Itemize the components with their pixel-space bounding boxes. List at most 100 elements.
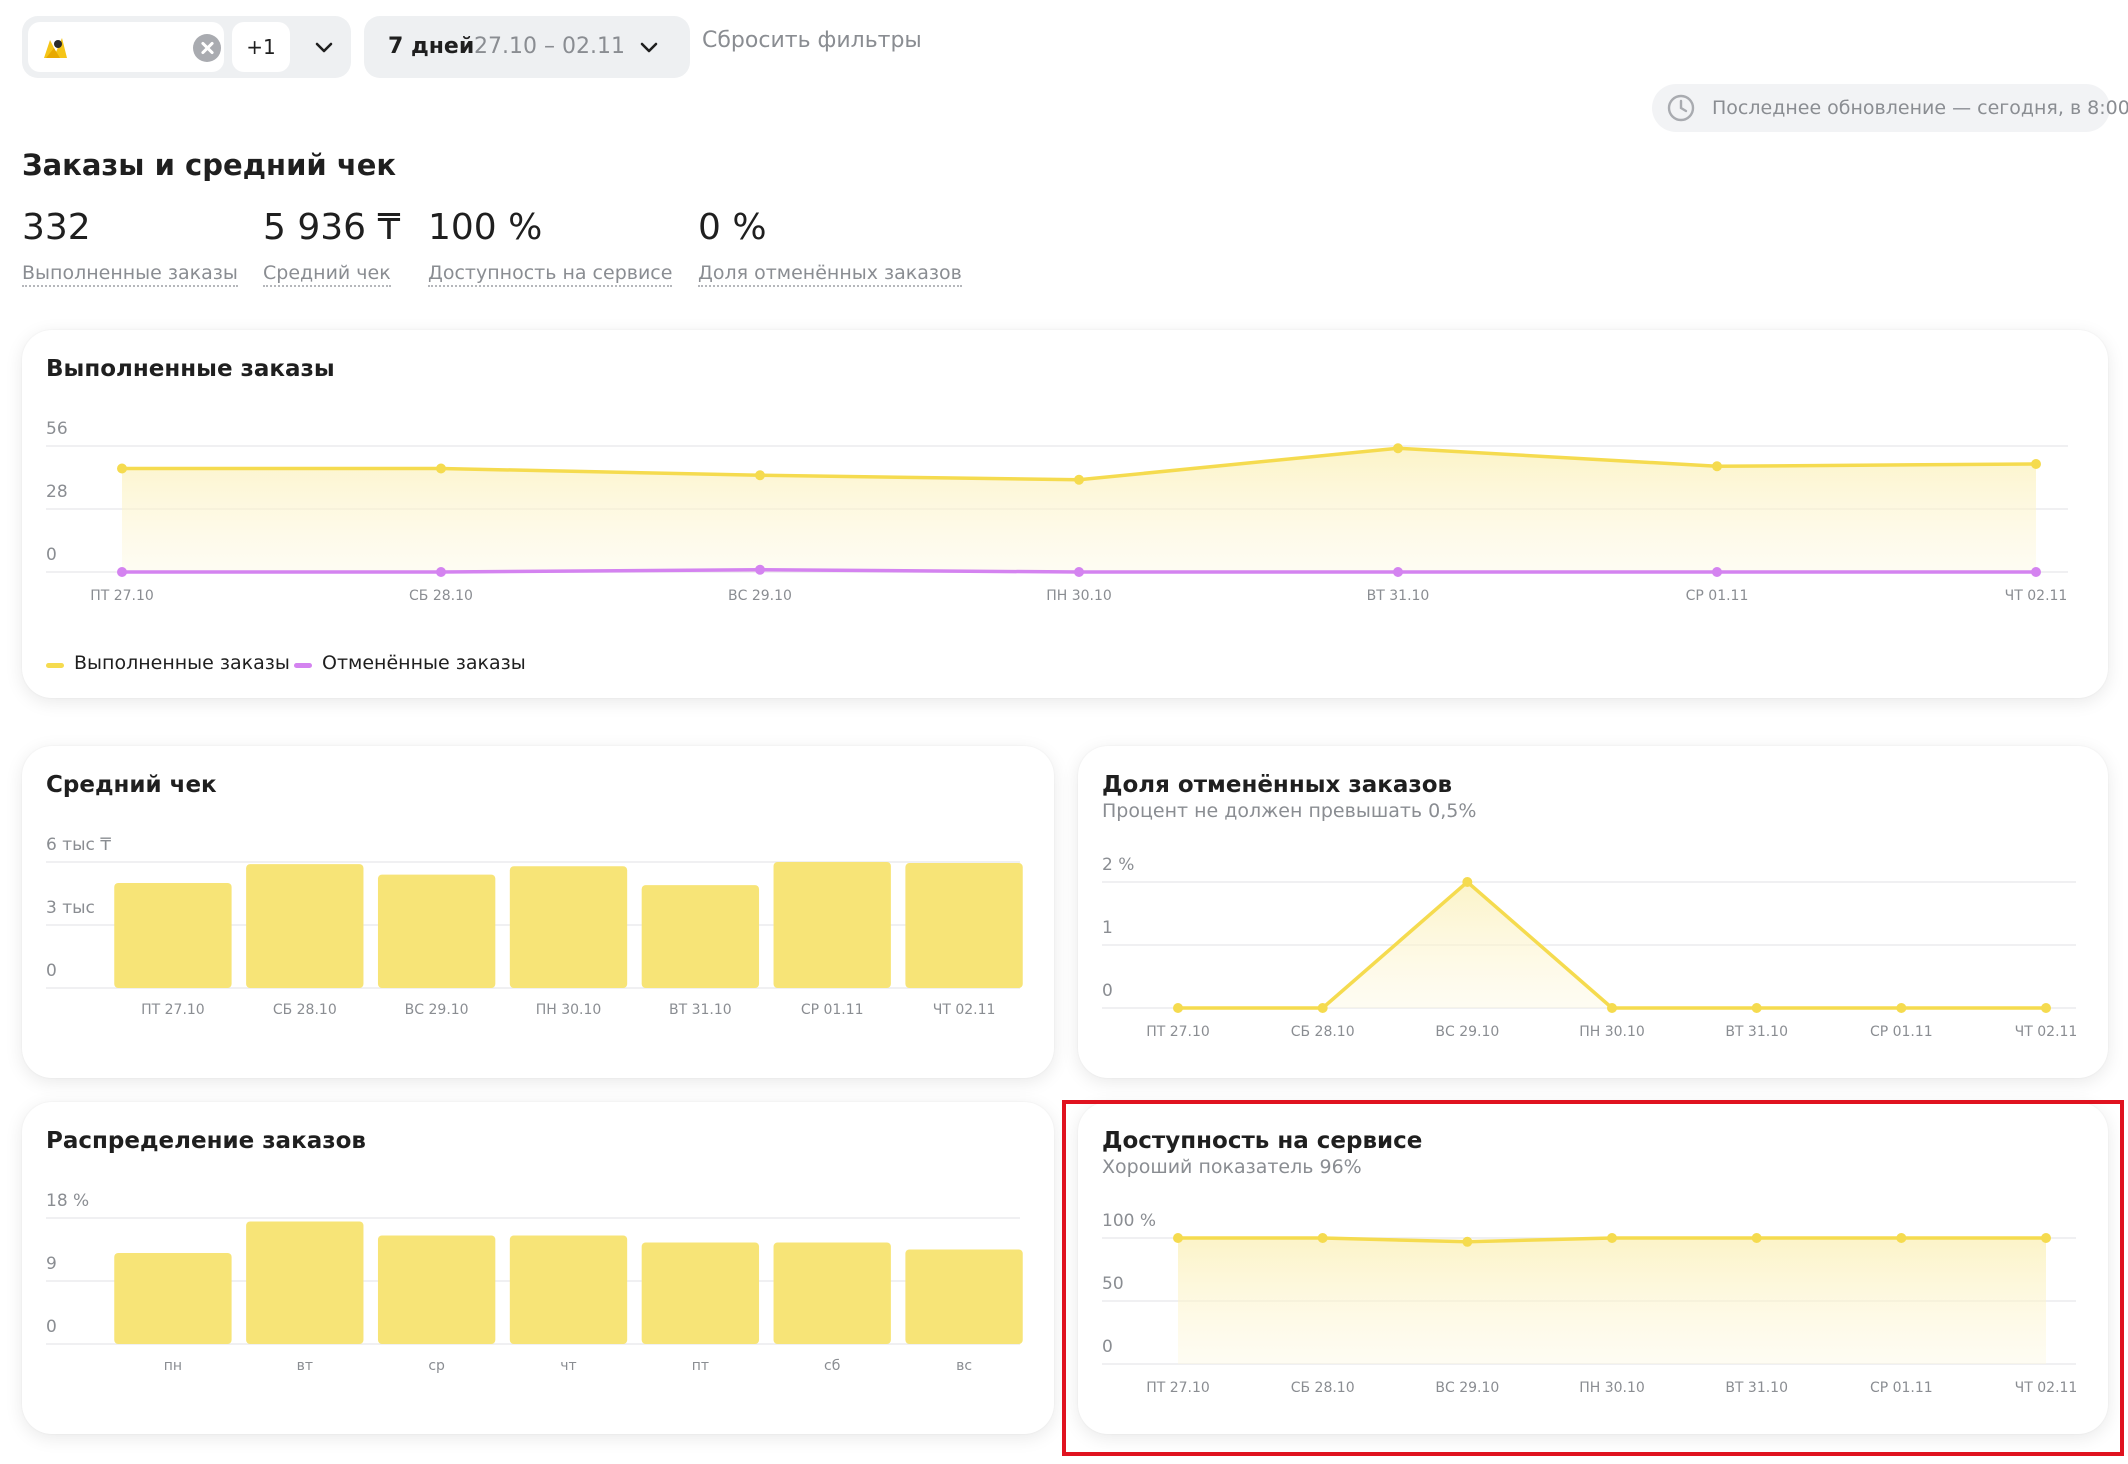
x-tick-label: ЧТ 02.11 [2005,588,2068,604]
kpi-value: 100 % [428,207,543,248]
y-tick-label: 6 тыс ₸ [46,835,111,855]
y-tick-label: 28 [46,482,68,502]
cancel-share-chart: 0 1 2 % ПТ 27.10 СБ 28.10 ВС 29.10 ПН 30.10 ВТ … [1102,855,2078,1040]
period-label: 7 дней [388,34,475,59]
data-point [436,463,446,474]
legend-completed[interactable]: Выполненные заказы [46,652,290,674]
data-point [436,567,446,577]
data-point [117,567,127,577]
bar [641,885,760,988]
y-tick-label: 18 % [46,1191,89,1211]
clock-icon [1667,94,1695,122]
bar [641,1242,760,1344]
x-tick-label: пн [164,1358,182,1374]
data-point [1173,1003,1183,1013]
more-stores-badge[interactable]: +1 [232,22,290,72]
kpi-label[interactable]: Средний чек [263,262,391,287]
chevron-down-icon[interactable] [315,42,333,54]
kpi-label[interactable]: Доля отменённых заказов [698,262,962,287]
kpi-label[interactable]: Выполненные заказы [22,262,238,287]
y-tick-label: 2 % [1102,855,1134,875]
bar [509,1235,628,1344]
dashboard-page: +1 7 дней 27.10 – 02.11 Сбросить фильтры… [0,0,2128,1464]
store-chip[interactable] [28,22,224,72]
data-point [1462,1236,1473,1247]
data-point [1607,1003,1617,1013]
y-tick-label: 3 тыс [46,898,95,918]
data-point [1712,461,1722,472]
store-filter[interactable]: +1 [22,16,351,78]
x-tick-label: ВС 29.10 [405,1002,469,1018]
period-filter[interactable]: 7 дней 27.10 – 02.11 [364,16,690,78]
kpi-value: 332 [22,207,91,248]
x-tick-label: СБ 28.10 [409,588,473,604]
last-update-badge: Последнее обновление — сегодня, в 8:00 [1652,84,2128,132]
data-point [1896,1233,1907,1243]
kpi-label[interactable]: Доступность на сервисе [428,262,673,287]
x-tick-label: чт [560,1358,576,1374]
data-point [2031,567,2041,577]
x-tick-label: СР 01.11 [1870,1380,1933,1396]
x-tick-label: ВТ 31.10 [1725,1380,1788,1396]
x-tick-label: ЧТ 02.11 [933,1002,996,1018]
legend-label: Отменённые заказы [322,652,526,674]
data-point [2031,459,2041,469]
chevron-down-icon [640,42,658,53]
x-tick-label: ПН 30.10 [1046,588,1112,604]
average-check-chart: 0 3 тыс 6 тыс ₸ ПТ 27.10 СБ 28.10 ВС 29.10 ПН … [46,835,1023,1018]
data-point [1462,877,1473,887]
x-tick-label: СР 01.11 [801,1002,864,1018]
kpi-cancel-share: 0 % Доля отменённых заказов [698,206,962,287]
bar [773,1242,891,1344]
y-tick-label: 56 [46,419,68,439]
legend-swatch [46,663,64,668]
data-point [755,470,765,481]
data-point [1751,1233,1762,1243]
x-tick-label: ВТ 31.10 [1725,1024,1788,1040]
x-tick-label: ПТ 27.10 [1146,1024,1210,1040]
data-point [1751,1003,1762,1013]
data-point [1074,474,1084,485]
y-tick-label: 1 [1102,918,1113,938]
x-tick-label: СБ 28.10 [1291,1024,1355,1040]
bar [114,1253,232,1344]
completed-orders-card: Выполненные заказы 0 28 56 ПТ 27.10 СБ 28.10… [22,330,2108,698]
data-point [755,564,765,575]
bar [377,1235,496,1344]
x-tick-label: ПТ 27.10 [90,588,154,604]
availability-card: Доступность на сервисе Хороший показател… [1078,1102,2108,1434]
store-logo-icon [44,38,67,58]
x-tick-label: вс [956,1358,972,1374]
x-tick-label: СБ 28.10 [273,1002,337,1018]
reset-filters-link[interactable]: Сбросить фильтры [702,28,922,53]
bar [773,862,891,988]
x-tick-label: сб [824,1358,840,1374]
bar [509,866,628,988]
bar [905,863,1023,988]
data-point [1896,1003,1907,1013]
x-tick-label: вт [297,1358,313,1374]
data-point [1317,1003,1328,1013]
x-tick-label: ПН 30.10 [536,1002,602,1018]
data-point [2041,1003,2051,1013]
x-tick-label: ПТ 27.10 [141,1002,205,1018]
period-range: 27.10 – 02.11 [474,34,625,59]
x-tick-label: ЧТ 02.11 [2015,1380,2078,1396]
y-tick-label: 100 % [1102,1211,1156,1231]
x-tick-label: ПН 30.10 [1579,1024,1645,1040]
x-tick-label: ВТ 31.10 [1367,588,1430,604]
data-point [1712,567,1722,577]
y-tick-label: 0 [46,961,57,981]
data-point [1074,567,1084,577]
availability-chart: 0 50 100 % ПТ 27.10 СБ 28.10 ВС 29.10 ПН 30.10… [1102,1211,2078,1396]
data-point [1173,1233,1183,1243]
section-title: Заказы и средний чек [22,148,397,182]
bar [246,864,364,988]
x-tick-label: пт [692,1358,709,1374]
clear-icon[interactable] [193,34,221,62]
x-tick-label: ЧТ 02.11 [2015,1024,2078,1040]
series-area [1178,1238,2046,1364]
y-tick-label: 50 [1102,1274,1124,1294]
legend-cancelled[interactable]: Отменённые заказы [294,652,526,674]
orders-distribution-chart: 0 9 18 % пн вт ср чт пт сб вс [46,1191,1023,1374]
